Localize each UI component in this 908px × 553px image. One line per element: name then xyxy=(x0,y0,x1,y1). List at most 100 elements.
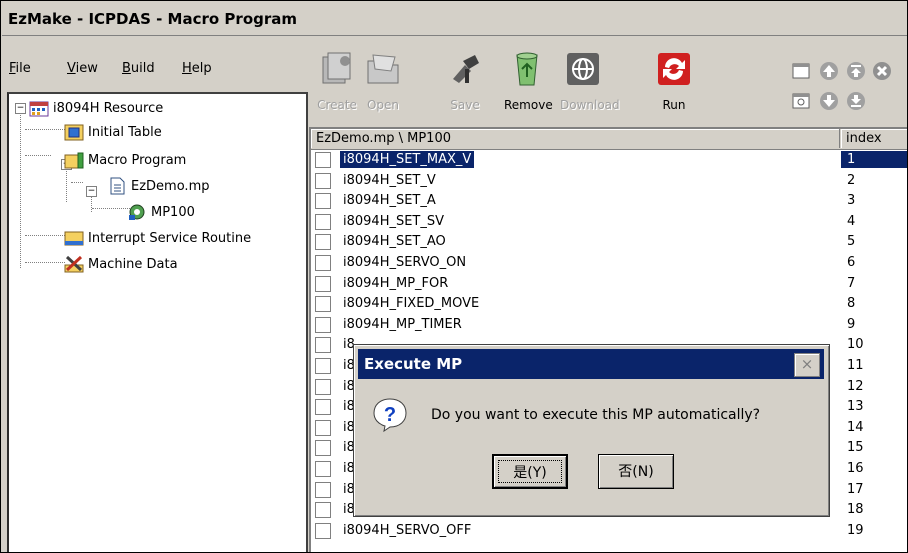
folder-icon xyxy=(64,151,84,169)
row-name: i8094H_SET_V xyxy=(343,172,436,188)
row-name: i8094H_MP_FOR xyxy=(343,275,449,291)
row-checkbox[interactable] xyxy=(315,399,331,416)
row-index: 14 xyxy=(847,419,864,435)
tree-node-mp100[interactable]: MP100 xyxy=(127,202,195,222)
row-index: 13 xyxy=(847,399,864,415)
column-header-name[interactable]: EzDemo.mp \ MP100 xyxy=(311,129,840,148)
row-checkbox[interactable] xyxy=(315,440,331,457)
row-index: 11 xyxy=(847,358,864,373)
row-checkbox[interactable] xyxy=(315,234,331,251)
title-bar: EzMake - ICPDAS - Macro Program xyxy=(2,2,907,36)
row-index: 18 xyxy=(847,502,864,518)
row-index: 6 xyxy=(847,255,856,270)
create-icon xyxy=(319,51,355,87)
row-checkbox[interactable] xyxy=(315,152,331,168)
row-checkbox[interactable] xyxy=(315,172,331,189)
row-name: i8094H_SET_MAX_V xyxy=(338,150,476,169)
question-icon: ? xyxy=(372,397,408,433)
run-button[interactable]: Run xyxy=(651,41,697,112)
tree-node-macro-program[interactable]: Macro Program xyxy=(64,150,186,170)
row-checkbox[interactable] xyxy=(315,316,331,333)
row-checkbox[interactable] xyxy=(315,337,331,354)
row-checkbox[interactable] xyxy=(315,193,331,210)
row-index: 10 xyxy=(847,337,864,353)
tree-node-machine-data[interactable]: Machine Data xyxy=(64,254,178,274)
arrow-top-icon[interactable] xyxy=(846,61,866,81)
close-circle-icon[interactable] xyxy=(872,61,892,81)
list-row[interactable]: i8094H_FIXED_MOVE 8 xyxy=(311,294,907,313)
row-name: i8094H_SERVO_OFF xyxy=(343,522,472,538)
collapse-root-toggle[interactable]: − xyxy=(15,103,26,114)
row-index: 16 xyxy=(847,461,864,476)
list-row[interactable]: i8094H_SET_A 3 xyxy=(311,191,907,210)
refresh-window-icon[interactable] xyxy=(791,91,811,111)
list-row[interactable]: i8094H_MP_FOR 7 xyxy=(311,274,907,293)
run-label: Run xyxy=(662,98,686,112)
download-button[interactable]: Download xyxy=(560,41,620,112)
menu-help[interactable]: Help xyxy=(182,61,212,76)
row-checkbox[interactable] xyxy=(315,522,331,539)
list-row[interactable]: i8094H_MP_TIMER 9 xyxy=(311,315,907,334)
row-index: 8 xyxy=(847,296,856,312)
row-name: i8094H_SET_AO xyxy=(343,234,446,250)
tools-icon xyxy=(64,255,84,273)
row-index: 9 xyxy=(847,316,856,332)
arrow-down-icon[interactable] xyxy=(819,91,839,111)
svg-text:?: ? xyxy=(384,404,396,426)
open-button[interactable]: Open xyxy=(360,41,406,112)
row-checkbox[interactable] xyxy=(315,275,331,292)
dialog-close-button[interactable]: × xyxy=(794,353,820,377)
tree-node-isr[interactable]: Interrupt Service Routine xyxy=(64,228,251,248)
focus-rect xyxy=(498,460,562,483)
execute-mp-dialog: Execute MP × ? Do you want to execute th… xyxy=(353,344,830,517)
row-checkbox[interactable] xyxy=(315,296,331,313)
list-row[interactable]: i8094H_SERVO_ON 6 xyxy=(311,253,907,272)
arrow-up-icon[interactable] xyxy=(819,61,839,81)
menu-build[interactable]: Build xyxy=(122,61,155,76)
dialog-title: Execute MP xyxy=(364,355,463,373)
window-title: EzMake - ICPDAS - Macro Program xyxy=(8,10,298,28)
window-icon[interactable] xyxy=(791,61,811,81)
remove-button[interactable]: Remove xyxy=(504,41,553,112)
list-row[interactable]: i8094H_SET_V 2 xyxy=(311,171,907,190)
list-row[interactable]: i8094H_SET_MAX_V 1 xyxy=(311,150,907,169)
tree-label-file: EzDemo.mp xyxy=(131,178,210,194)
row-index: 4 xyxy=(847,213,856,229)
resource-tree[interactable]: − i8094H Resource Initial Table − Macro … xyxy=(7,92,308,552)
main-window: EzMake - ICPDAS - Macro Program File Vie… xyxy=(0,0,908,553)
tree-node-file[interactable]: EzDemo.mp xyxy=(107,176,209,196)
tree-node-resource[interactable]: i8094H Resource xyxy=(29,98,163,118)
row-index: 19 xyxy=(847,522,864,538)
download-label: Download xyxy=(560,98,620,112)
no-button[interactable]: 否(N) xyxy=(598,454,674,489)
no-label: 否(N) xyxy=(618,464,654,480)
yes-button[interactable]: 是(Y) xyxy=(492,454,568,489)
row-name: i8094H_SERVO_ON xyxy=(343,255,467,270)
dialog-title-bar: Execute MP × xyxy=(358,349,824,379)
resource-icon xyxy=(29,99,49,117)
list-row[interactable]: i8094H_SET_SV 4 xyxy=(311,212,907,231)
tree-label-isr: Interrupt Service Routine xyxy=(88,230,252,246)
tree-node-initial-table[interactable]: Initial Table xyxy=(64,122,162,142)
row-name: i8094H_SET_A xyxy=(343,193,436,209)
list-row[interactable]: i8094H_SERVO_OFF 19 xyxy=(311,521,907,540)
row-checkbox[interactable] xyxy=(315,481,331,498)
row-checkbox[interactable] xyxy=(315,502,331,519)
row-checkbox[interactable] xyxy=(315,419,331,436)
row-checkbox[interactable] xyxy=(315,378,331,395)
arrow-bottom-icon[interactable] xyxy=(846,91,866,111)
menu-view[interactable]: View xyxy=(67,61,98,76)
save-icon xyxy=(447,51,483,87)
save-button[interactable]: Save xyxy=(442,41,488,112)
menu-file[interactable]: File xyxy=(9,61,31,76)
row-checkbox[interactable] xyxy=(315,213,331,230)
collapse-file-toggle[interactable]: − xyxy=(86,186,97,197)
row-checkbox[interactable] xyxy=(315,461,331,477)
tree-label-resource: i8094H Resource xyxy=(53,100,164,116)
column-header-index[interactable]: index xyxy=(841,129,907,148)
list-row[interactable]: i8094H_SET_AO 5 xyxy=(311,232,907,251)
row-checkbox[interactable] xyxy=(315,255,331,271)
row-checkbox[interactable] xyxy=(315,358,331,374)
create-button[interactable]: Create xyxy=(314,41,360,112)
tree-label-macro-program: Macro Program xyxy=(88,152,187,168)
